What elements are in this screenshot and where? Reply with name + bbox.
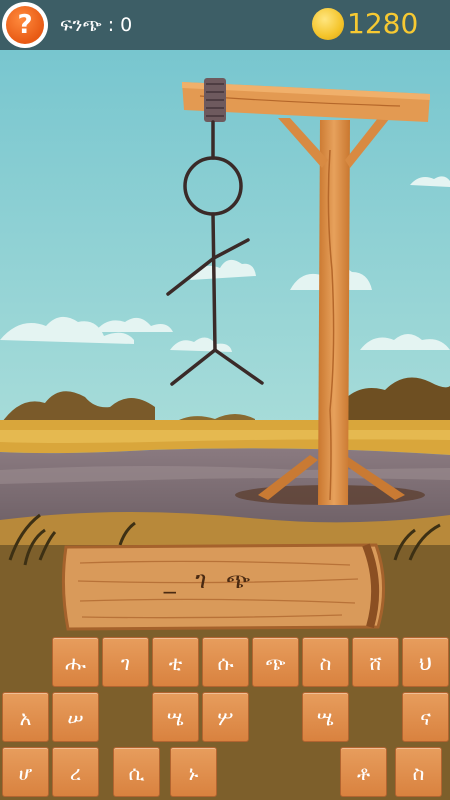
key-letter[interactable]: ሸ <box>352 637 399 687</box>
coin-count: 1280 <box>347 7 419 40</box>
key-letter[interactable]: ሲ <box>113 747 160 797</box>
key-letter[interactable]: ስ <box>395 747 442 797</box>
hint-counter: ፍንጭ : 0 <box>60 14 133 36</box>
key-letter[interactable]: ስ <box>302 637 349 687</box>
question-mark-icon[interactable]: ? <box>6 6 44 44</box>
key-letter[interactable]: ህ <box>402 637 449 687</box>
key-letter[interactable]: ረ <box>52 747 99 797</box>
key-letter[interactable]: ቶ <box>340 747 387 797</box>
key-letter[interactable]: ኑ <box>170 747 217 797</box>
coin-icon <box>312 8 344 40</box>
key-letter[interactable]: ና <box>402 692 449 742</box>
key-letter[interactable]: ሑ <box>52 637 99 687</box>
key-letter[interactable]: ሱ <box>202 637 249 687</box>
help-button[interactable]: ? <box>2 2 48 48</box>
key-letter[interactable]: ገ <box>102 637 149 687</box>
key-letter[interactable]: ጭ <box>252 637 299 687</box>
top-bar: ? ፍንጭ : 0 1280 <box>0 0 450 50</box>
key-letter[interactable]: ሤ <box>152 692 199 742</box>
key-letter[interactable]: ሠ <box>52 692 99 742</box>
word-display: _ ገ ጭ <box>163 566 257 594</box>
key-letter[interactable]: ቲ <box>152 637 199 687</box>
key-letter[interactable]: ሆ <box>2 747 49 797</box>
key-letter[interactable]: ሦ <box>202 692 249 742</box>
key-letter[interactable]: ሤ <box>302 692 349 742</box>
key-letter[interactable]: አ <box>2 692 49 742</box>
